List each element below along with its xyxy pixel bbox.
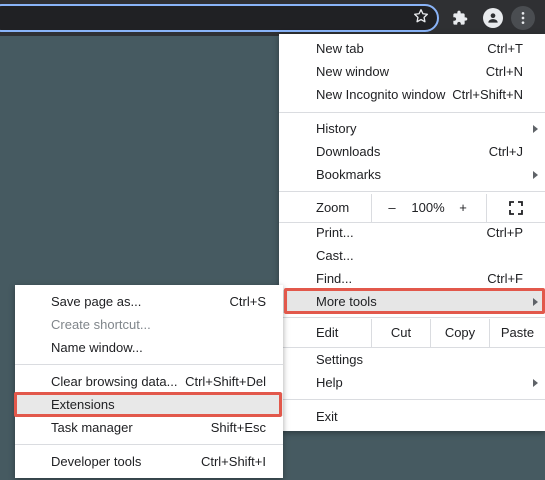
zoom-divider <box>486 194 487 222</box>
menu-item-print[interactable]: Print... Ctrl+P <box>279 221 545 244</box>
menu-item-label: Exit <box>316 409 338 424</box>
menu-separator <box>279 399 545 400</box>
menu-item-save-page-as[interactable]: Save page as... Ctrl+S <box>15 290 283 313</box>
menu-item-shortcut: Ctrl+P <box>486 225 523 240</box>
menu-item-label: Developer tools <box>51 454 142 469</box>
zoom-row: Zoom – 100% + <box>279 194 545 222</box>
menu-item-label: Help <box>316 375 343 390</box>
menu-item-new-tab[interactable]: New tab Ctrl+T <box>279 37 545 60</box>
extensions-button[interactable] <box>448 6 472 30</box>
menu-item-shortcut: Ctrl+J <box>488 144 523 159</box>
menu-item-shortcut: Shift+Esc <box>210 420 266 435</box>
zoom-level: 100% <box>411 200 445 215</box>
menu-item-cast[interactable]: Cast... <box>279 244 545 267</box>
menu-item-downloads[interactable]: Downloads Ctrl+J <box>279 140 545 163</box>
menu-separator <box>279 317 545 318</box>
submenu-arrow-icon <box>533 125 538 133</box>
menu-item-developer-tools[interactable]: Developer tools Ctrl+Shift+I <box>15 450 283 473</box>
menu-item-name-window[interactable]: Name window... <box>15 336 283 359</box>
cut-button[interactable]: Cut <box>372 325 430 340</box>
zoom-divider <box>371 194 372 222</box>
menu-item-label: New window <box>316 64 389 79</box>
submenu-arrow-icon <box>533 298 538 306</box>
menu-item-label: Save page as... <box>51 294 142 309</box>
menu-item-label: Bookmarks <box>316 167 382 182</box>
edit-label: Edit <box>316 325 339 340</box>
menu-item-settings[interactable]: Settings <box>279 348 545 371</box>
menu-separator <box>279 191 545 192</box>
menu-item-new-window[interactable]: New window Ctrl+N <box>279 60 545 83</box>
menu-separator <box>279 112 545 113</box>
avatar <box>483 8 503 28</box>
person-icon <box>488 13 498 23</box>
menu-item-label: Cast... <box>316 248 354 263</box>
zoom-out-button[interactable]: – <box>382 200 402 215</box>
menu-item-bookmarks[interactable]: Bookmarks <box>279 163 545 186</box>
browser-toolbar <box>0 0 545 36</box>
menu-item-label: New tab <box>316 41 364 56</box>
menu-item-label: Extensions <box>51 397 115 412</box>
menu-item-label: Settings <box>316 352 363 367</box>
menu-item-shortcut: Ctrl+F <box>487 271 523 286</box>
chrome-menu-button[interactable] <box>511 6 535 30</box>
menu-item-task-manager[interactable]: Task manager Shift+Esc <box>15 416 283 439</box>
paste-button[interactable]: Paste <box>490 325 545 340</box>
menu-item-shortcut: Ctrl+S <box>229 294 266 309</box>
copy-button[interactable]: Copy <box>431 325 489 340</box>
menu-item-find[interactable]: Find... Ctrl+F <box>279 267 545 290</box>
menu-item-label: Create shortcut... <box>51 317 151 332</box>
menu-item-label: Print... <box>316 225 354 240</box>
address-bar[interactable] <box>0 4 439 32</box>
menu-item-shortcut: Ctrl+Shift+I <box>200 454 266 469</box>
puzzle-icon <box>453 10 468 25</box>
submenu-arrow-icon <box>533 379 538 387</box>
menu-item-label: Task manager <box>51 420 133 435</box>
menu-item-shortcut: Ctrl+N <box>485 64 523 79</box>
profile-button[interactable] <box>481 6 505 30</box>
kebab-menu-icon <box>521 12 525 24</box>
menu-item-shortcut: Ctrl+Shift+Del <box>185 374 266 389</box>
bookmark-star-button[interactable] <box>410 5 432 27</box>
menu-item-label: Clear browsing data... <box>51 374 178 389</box>
menu-item-label: Name window... <box>51 340 143 355</box>
menu-item-label: Downloads <box>316 144 381 159</box>
menu-item-clear-browsing-data[interactable]: Clear browsing data... Ctrl+Shift+Del <box>15 370 283 393</box>
menu-item-more-tools[interactable]: More tools <box>279 290 545 313</box>
chrome-main-menu: New tab Ctrl+T New window Ctrl+N New Inc… <box>279 34 545 431</box>
zoom-label: Zoom <box>316 200 350 215</box>
menu-item-shortcut: Ctrl+T <box>487 41 523 56</box>
menu-item-extensions[interactable]: Extensions <box>15 393 283 416</box>
menu-item-label: History <box>316 121 357 136</box>
menu-item-label: New Incognito window <box>316 87 446 102</box>
star-icon <box>414 9 428 23</box>
fullscreen-icon[interactable] <box>509 201 523 215</box>
menu-separator <box>15 364 283 365</box>
submenu-arrow-icon <box>533 171 538 179</box>
menu-item-label: More tools <box>316 294 377 309</box>
menu-item-label: Find... <box>316 271 353 286</box>
menu-item-new-incognito-window[interactable]: New Incognito window Ctrl+Shift+N <box>279 83 545 106</box>
menu-item-shortcut: Ctrl+Shift+N <box>452 87 523 102</box>
menu-item-exit[interactable]: Exit <box>279 405 545 428</box>
menu-item-create-shortcut: Create shortcut... <box>15 313 283 336</box>
edit-row: Edit Cut Copy Paste <box>279 319 545 347</box>
zoom-in-button[interactable]: + <box>453 200 473 215</box>
menu-item-history[interactable]: History <box>279 117 545 140</box>
menu-item-help[interactable]: Help <box>279 371 545 394</box>
menu-separator <box>15 444 283 445</box>
more-tools-submenu: Save page as... Ctrl+S Create shortcut..… <box>15 285 283 478</box>
